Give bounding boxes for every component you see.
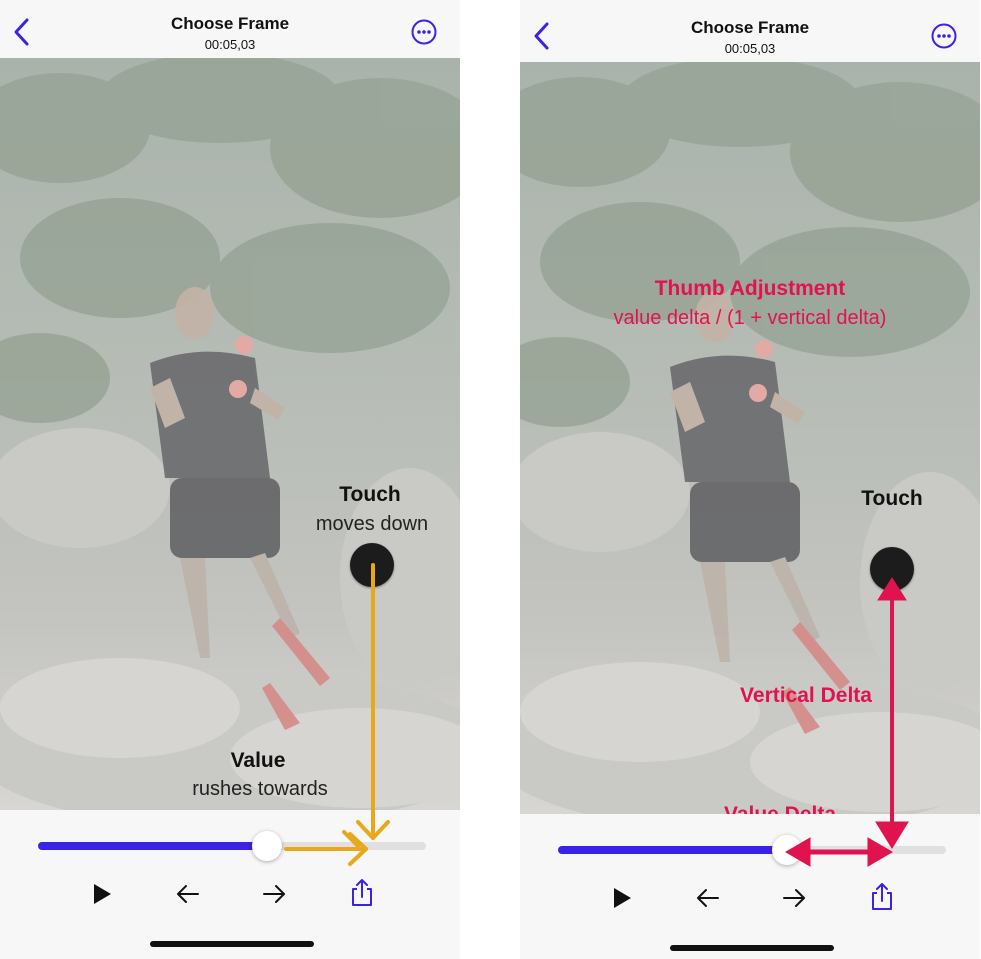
share-button[interactable] (348, 878, 376, 913)
next-frame-button[interactable] (780, 884, 808, 917)
video-frame-image (0, 58, 460, 810)
navigation-bar: Choose Frame 00:05,03 (0, 0, 460, 58)
thumb-adjustment-formula: value delta / (1 + vertical delta) (613, 307, 887, 329)
play-button[interactable] (88, 880, 116, 913)
touch-title-label: Touch (861, 487, 923, 510)
vertical-delta-label: Vertical Delta (740, 684, 872, 707)
share-button[interactable] (868, 882, 896, 917)
arrow-right-icon (263, 885, 285, 903)
ellipsis-circle-icon (411, 19, 437, 45)
share-icon (352, 879, 372, 906)
touch-title-label: Touch (339, 483, 401, 506)
play-button[interactable] (608, 884, 636, 917)
thumb-adjustment-title: Thumb Adjustment (654, 277, 846, 300)
home-indicator (670, 945, 834, 951)
ellipsis-circle-icon (931, 23, 957, 49)
frame-slider-fill (558, 846, 787, 854)
timestamp-label: 00:05,03 (724, 41, 776, 56)
frame-slider-fill (38, 842, 267, 850)
more-options-button[interactable] (410, 18, 438, 46)
next-frame-button[interactable] (260, 880, 288, 913)
page-title: Choose Frame (170, 14, 290, 33)
player-controls (520, 814, 980, 959)
share-icon (872, 883, 892, 910)
play-icon (614, 888, 631, 908)
page-title: Choose Frame (690, 18, 810, 37)
navigation-bar: Choose Frame 00:05,03 (520, 0, 980, 58)
value-subtitle-label: rushes towards (192, 778, 328, 800)
more-options-button[interactable] (930, 22, 958, 50)
frame-slider-thumb[interactable] (252, 831, 282, 861)
previous-frame-button[interactable] (694, 884, 722, 917)
arrow-left-icon (697, 889, 719, 907)
value-title-label: Value (230, 749, 286, 772)
play-icon (94, 884, 111, 904)
touch-subtitle-label: moves down (315, 513, 429, 535)
video-frame[interactable] (0, 58, 460, 810)
home-indicator (150, 941, 314, 947)
phone-screen-left: Choose Frame 00:05,03 Touch moves down V… (0, 0, 460, 959)
arrow-right-icon (783, 889, 805, 907)
phone-screen-right: Choose Frame 00:05,03 Thumb Adjustment v… (520, 0, 980, 959)
timestamp-label: 00:05,03 (204, 37, 256, 52)
arrow-left-icon (177, 885, 199, 903)
previous-frame-button[interactable] (174, 880, 202, 913)
player-controls (0, 810, 460, 959)
